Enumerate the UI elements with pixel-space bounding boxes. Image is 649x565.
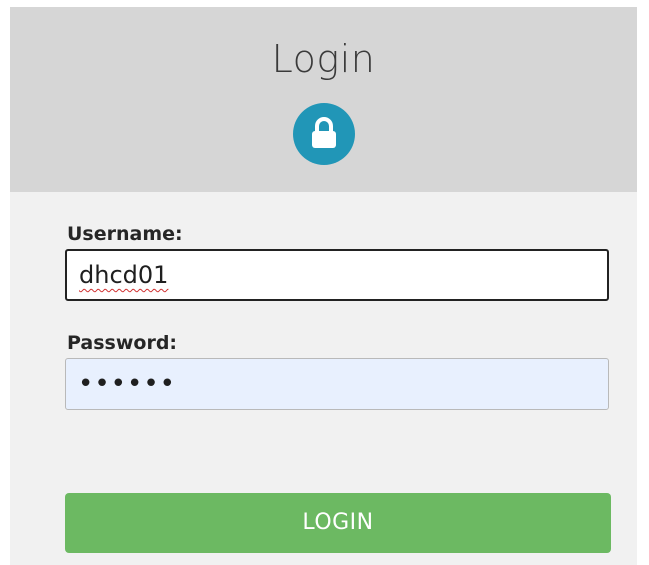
password-label: Password: [67,332,178,354]
lock-icon [312,117,336,148]
lock-badge [293,103,355,165]
login-button[interactable]: LOGIN [65,493,611,553]
login-panel: Login Username: dhcd01 Password: •••••• … [10,7,637,565]
password-field[interactable]: •••••• [65,358,609,410]
password-value: •••••• [78,369,177,399]
login-header: Login [10,7,637,192]
username-value: dhcd01 [79,261,169,289]
username-label: Username: [67,223,183,245]
page-title: Login [271,37,376,81]
username-field[interactable]: dhcd01 [65,249,609,301]
